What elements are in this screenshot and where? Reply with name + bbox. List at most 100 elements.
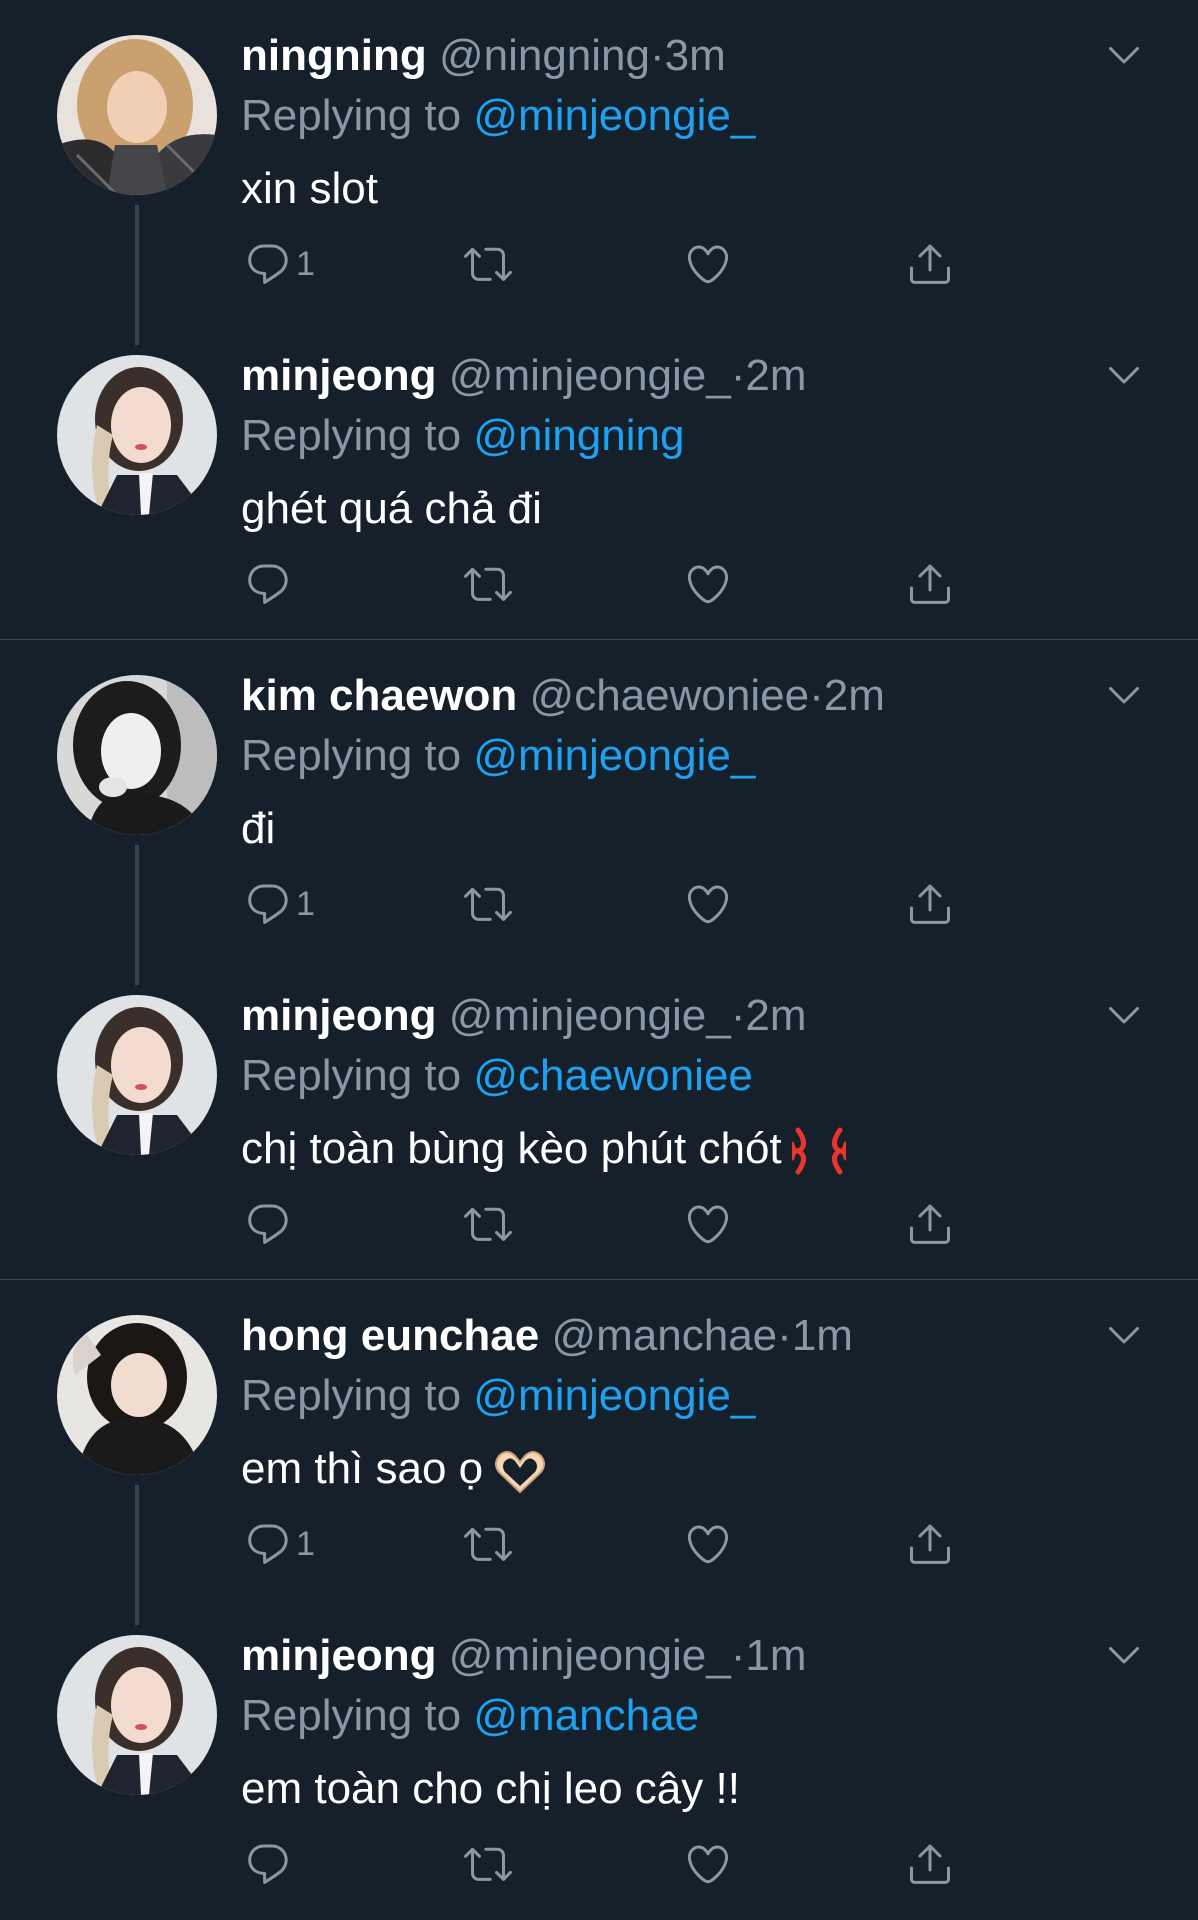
timestamp[interactable]: 2m (745, 991, 806, 1040)
chevron-down-icon[interactable] (1106, 678, 1142, 714)
heart-icon (684, 880, 732, 928)
tweet[interactable]: kim chaewon @chaewoniee·2m Replying to @… (0, 640, 1198, 985)
replying-to: Replying to @chaewoniee (241, 1050, 753, 1102)
avatar[interactable] (57, 1315, 217, 1475)
reply-button[interactable]: 1 (244, 240, 315, 288)
reply-target-link[interactable]: @manchae (473, 1691, 699, 1740)
retweet-button[interactable] (464, 1200, 512, 1248)
retweet-button[interactable] (464, 560, 512, 608)
separator-dot: · (650, 31, 665, 80)
tweet[interactable]: minjeong @minjeongie_·2m Replying to @ni… (0, 320, 1198, 640)
reply-target-link[interactable]: @ningning (473, 411, 684, 460)
chevron-down-icon[interactable] (1106, 38, 1142, 74)
chevron-down-icon[interactable] (1106, 358, 1142, 394)
reply-icon (244, 240, 292, 288)
user-handle[interactable]: @minjeongie_ (449, 351, 731, 400)
tweet[interactable]: hong eunchae @manchae·1m Replying to @mi… (0, 1280, 1198, 1625)
like-button[interactable] (684, 880, 732, 928)
tweet-text: xin slot (241, 164, 378, 213)
display-name[interactable]: ningning (241, 31, 427, 80)
retweet-icon (464, 1520, 512, 1568)
user-handle[interactable]: @minjeongie_ (449, 991, 731, 1040)
chevron-down-icon[interactable] (1106, 1318, 1142, 1354)
tweet-text-content: chị toàn bùng kèo phút chót (241, 1124, 782, 1173)
share-icon (906, 240, 954, 288)
reply-count: 1 (296, 884, 315, 923)
tweet-text: đi (241, 804, 276, 853)
share-icon (906, 880, 954, 928)
share-button[interactable] (906, 1200, 954, 1248)
share-button[interactable] (906, 1840, 954, 1888)
like-button[interactable] (684, 1840, 732, 1888)
tweet[interactable]: minjeong @minjeongie_·1m Replying to @ma… (0, 1600, 1198, 1920)
replying-label: Replying to (241, 731, 462, 780)
chevron-down-icon[interactable] (1106, 1638, 1142, 1674)
user-handle[interactable]: @manchae (551, 1311, 777, 1360)
chevron-down-icon[interactable] (1106, 998, 1142, 1034)
display-name[interactable]: minjeong (241, 991, 437, 1040)
tweet-text: em toàn cho chị leo cây !! (241, 1764, 740, 1813)
tweet[interactable]: ningning @ningning·3m Replying to @minje… (0, 0, 1198, 345)
heart-icon (684, 1200, 732, 1248)
share-button[interactable] (906, 880, 954, 928)
display-name[interactable]: minjeong (241, 351, 437, 400)
reply-button[interactable] (244, 560, 296, 608)
tweet-header: ningning @ningning·3m (241, 30, 726, 82)
reply-button[interactable]: 1 (244, 880, 315, 928)
like-button[interactable] (684, 1520, 732, 1568)
timestamp[interactable]: 2m (824, 671, 885, 720)
separator-dot: · (809, 671, 824, 720)
share-icon (906, 1200, 954, 1248)
avatar[interactable] (57, 995, 217, 1155)
reply-target-link[interactable]: @minjeongie_ (473, 1371, 755, 1420)
retweet-button[interactable] (464, 240, 512, 288)
reply-button[interactable] (244, 1200, 296, 1248)
tweet-header: minjeong @minjeongie_·2m (241, 350, 807, 402)
reply-target-link[interactable]: @chaewoniee (473, 1051, 753, 1100)
retweet-button[interactable] (464, 880, 512, 928)
like-button[interactable] (684, 240, 732, 288)
avatar[interactable] (57, 1635, 217, 1795)
separator-dot: · (730, 991, 746, 1040)
reply-count: 1 (296, 1524, 315, 1563)
user-handle[interactable]: @minjeongie_ (449, 1631, 731, 1680)
timestamp[interactable]: 1m (792, 1311, 853, 1360)
display-name[interactable]: minjeong (241, 1631, 437, 1680)
timestamp[interactable]: 2m (745, 351, 806, 400)
timestamp[interactable]: 3m (665, 31, 726, 80)
avatar[interactable] (57, 35, 217, 195)
avatar-dark-hair-icon (57, 1315, 217, 1475)
replying-to: Replying to @minjeongie_ (241, 730, 755, 782)
display-name[interactable]: kim chaewon (241, 671, 517, 720)
like-button[interactable] (684, 560, 732, 608)
reply-target-link[interactable]: @minjeongie_ (473, 91, 755, 140)
tweet-header: hong eunchae @manchae·1m (241, 1310, 853, 1362)
reply-icon (244, 1840, 292, 1888)
reply-target-link[interactable]: @minjeongie_ (473, 731, 755, 780)
like-button[interactable] (684, 1200, 732, 1248)
thread-2: kim chaewon @chaewoniee·2m Replying to @… (0, 640, 1198, 1280)
share-button[interactable] (906, 240, 954, 288)
tweet-text-content: em thì sao ọ (241, 1444, 484, 1493)
retweet-button[interactable] (464, 1520, 512, 1568)
avatar[interactable] (57, 355, 217, 515)
tweet-text: em thì sao ọ (241, 1442, 547, 1496)
timestamp[interactable]: 1m (745, 1631, 806, 1680)
reply-count: 1 (296, 244, 315, 283)
share-button[interactable] (906, 560, 954, 608)
user-handle[interactable]: @ningning (439, 31, 650, 80)
heart-icon (684, 1520, 732, 1568)
share-button[interactable] (906, 1520, 954, 1568)
avatar[interactable] (57, 675, 217, 835)
retweet-icon (464, 1200, 512, 1248)
tweet[interactable]: minjeong @minjeongie_·2m Replying to @ch… (0, 960, 1198, 1280)
user-handle[interactable]: @chaewoniee (530, 671, 810, 720)
reply-button[interactable]: 1 (244, 1520, 315, 1568)
reply-button[interactable] (244, 1840, 296, 1888)
share-icon (906, 1840, 954, 1888)
display-name[interactable]: hong eunchae (241, 1311, 539, 1360)
tweet-text: chị toàn bùng kèo phút chót (241, 1122, 846, 1176)
retweet-button[interactable] (464, 1840, 512, 1888)
thread-3: hong eunchae @manchae·1m Replying to @mi… (0, 1280, 1198, 1920)
tweet-text: ghét quá chả đi (241, 484, 542, 533)
